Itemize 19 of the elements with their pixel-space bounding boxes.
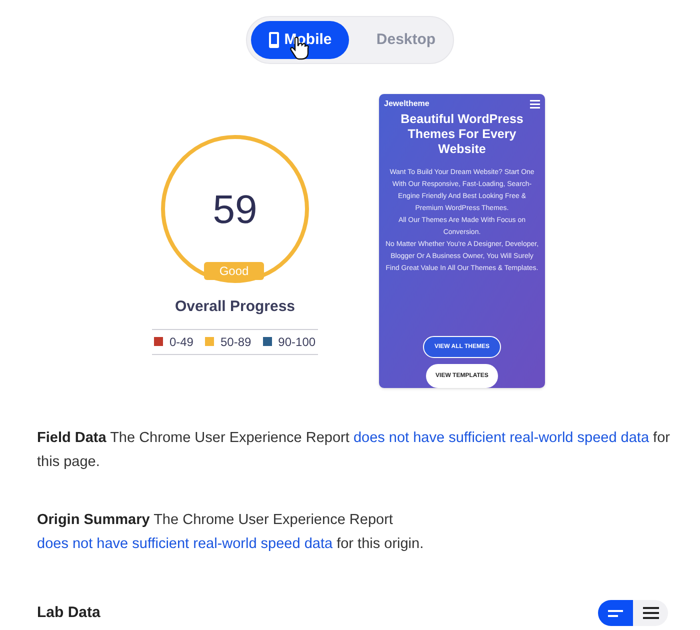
list-icon	[642, 607, 658, 619]
info-paragraph: Field Data The Chrome User Experience Report does not have sufficient real-world speed data for this page.	[37, 429, 671, 472]
short-lines-icon	[608, 610, 623, 616]
summary-view-button[interactable]	[598, 600, 633, 626]
legend-label: 0-49	[169, 334, 194, 350]
info-link[interactable]: does not have sufficient real-world speed data	[37, 536, 333, 552]
score-caption: Overall Progress	[174, 297, 296, 317]
list-view-button[interactable]	[633, 600, 668, 626]
score-value: 59	[212, 187, 258, 234]
section-title: Lab Data	[37, 602, 100, 623]
legend-label: 90-100	[278, 334, 316, 350]
info-link[interactable]: does not have sufficient real-world speed data	[353, 430, 650, 446]
site-logo: Jeweltheme	[384, 98, 430, 110]
info-paragraph: Origin Summary The Chrome User Experience Report does not have sufficient real-world speed data for this origin.	[37, 511, 425, 554]
mobile-phone-icon	[268, 32, 280, 48]
site-heading: Beautiful WordPress Themes For Every Website	[400, 112, 524, 157]
legend-label: 50-89	[220, 334, 252, 350]
menu-icon	[530, 100, 540, 108]
rating-badge: Good	[204, 262, 264, 280]
